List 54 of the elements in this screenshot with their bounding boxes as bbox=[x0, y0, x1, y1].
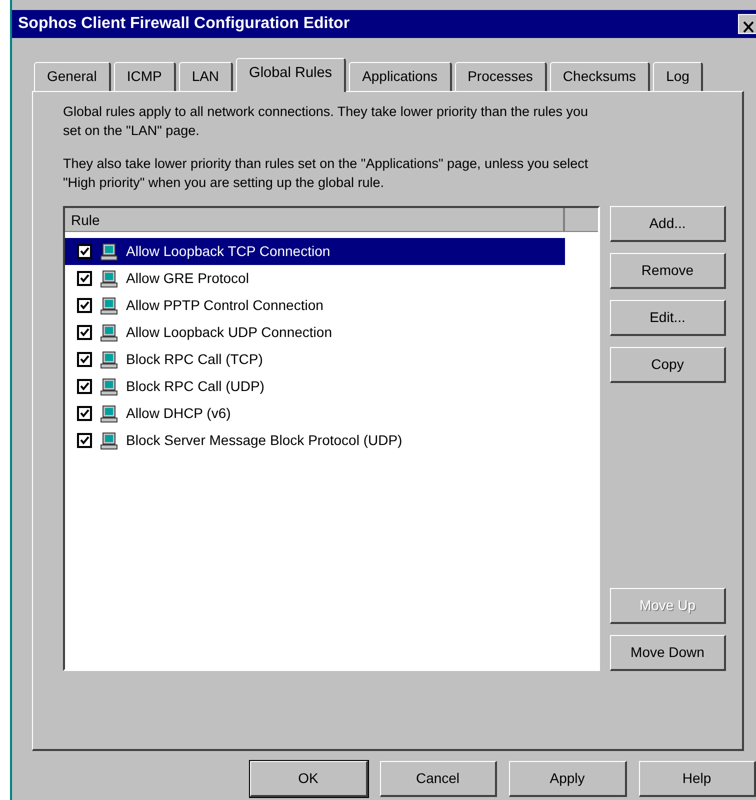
rule-label: Allow DHCP (v6) bbox=[126, 404, 231, 423]
description-text: They also take lower priority than rules set on the "Applications" page, unless you select "High priority" when you are setting up the global rule. bbox=[63, 155, 590, 192]
tab[interactable]: Global Rules bbox=[236, 58, 346, 92]
rule-label: Block RPC Call (TCP) bbox=[126, 350, 263, 369]
computer-icon bbox=[100, 296, 118, 314]
tab[interactable]: Applications bbox=[349, 62, 452, 91]
checkbox[interactable] bbox=[77, 244, 92, 259]
side-button[interactable]: Copy bbox=[610, 347, 726, 383]
dialog-button[interactable]: OK bbox=[250, 761, 368, 797]
checkbox[interactable] bbox=[77, 433, 92, 448]
rule-label: Allow GRE Protocol bbox=[126, 269, 249, 288]
tab[interactable]: Processes bbox=[454, 62, 547, 91]
checkbox[interactable] bbox=[77, 406, 92, 421]
computer-icon bbox=[100, 270, 118, 288]
computer-icon bbox=[100, 378, 118, 396]
rule-label: Allow Loopback UDP Connection bbox=[126, 323, 332, 342]
list-row[interactable]: Block RPC Call (TCP) bbox=[65, 346, 565, 373]
close-icon[interactable] bbox=[738, 14, 756, 34]
checkbox[interactable] bbox=[77, 298, 92, 313]
dialog-button[interactable]: Cancel bbox=[380, 761, 497, 797]
side-button[interactable]: Add... bbox=[610, 206, 726, 242]
list-row[interactable]: Allow Loopback TCP Connection bbox=[65, 238, 565, 265]
list-row[interactable]: Allow PPTP Control Connection bbox=[65, 292, 565, 319]
computer-icon bbox=[100, 324, 118, 342]
description-text: Global rules apply to all network connections. They take lower priority than the rules you set on the "LAN" page. bbox=[63, 103, 590, 140]
tab[interactable]: Checksums bbox=[550, 62, 650, 91]
rule-list[interactable] bbox=[63, 206, 600, 671]
checkbox[interactable] bbox=[77, 352, 92, 367]
tab[interactable]: General bbox=[34, 62, 111, 91]
rule-label: Allow PPTP Control Connection bbox=[126, 296, 324, 315]
computer-icon bbox=[100, 242, 118, 260]
rule-label: Allow Loopback TCP Connection bbox=[126, 242, 330, 261]
list-row[interactable]: Allow DHCP (v6) bbox=[65, 400, 565, 427]
computer-icon bbox=[100, 350, 118, 368]
list-row[interactable]: Allow GRE Protocol bbox=[65, 265, 565, 292]
dialog-button[interactable]: Help bbox=[638, 761, 756, 797]
computer-icon bbox=[100, 404, 118, 422]
side-button[interactable]: Move Down bbox=[610, 635, 726, 671]
tab[interactable]: Log bbox=[653, 62, 704, 91]
side-button[interactable]: Edit... bbox=[610, 300, 726, 336]
computer-icon bbox=[100, 432, 118, 450]
checkbox[interactable] bbox=[77, 271, 92, 286]
list-row[interactable]: Block Server Message Block Protocol (UDP) bbox=[65, 427, 565, 454]
tab[interactable]: ICMP bbox=[114, 62, 176, 91]
checkbox[interactable] bbox=[77, 325, 92, 340]
tab[interactable]: LAN bbox=[178, 62, 234, 91]
checkbox[interactable] bbox=[77, 379, 92, 394]
rule-label: Block RPC Call (UDP) bbox=[126, 377, 264, 396]
rule-label: Block Server Message Block Protocol (UDP) bbox=[126, 431, 402, 450]
window-title: Sophos Client Firewall Configuration Editor bbox=[18, 14, 350, 34]
dialog-button[interactable]: Apply bbox=[509, 761, 626, 797]
list-row[interactable]: Allow Loopback UDP Connection bbox=[65, 319, 565, 346]
side-button[interactable]: Remove bbox=[610, 253, 726, 289]
list-row[interactable]: Block RPC Call (UDP) bbox=[65, 373, 565, 400]
